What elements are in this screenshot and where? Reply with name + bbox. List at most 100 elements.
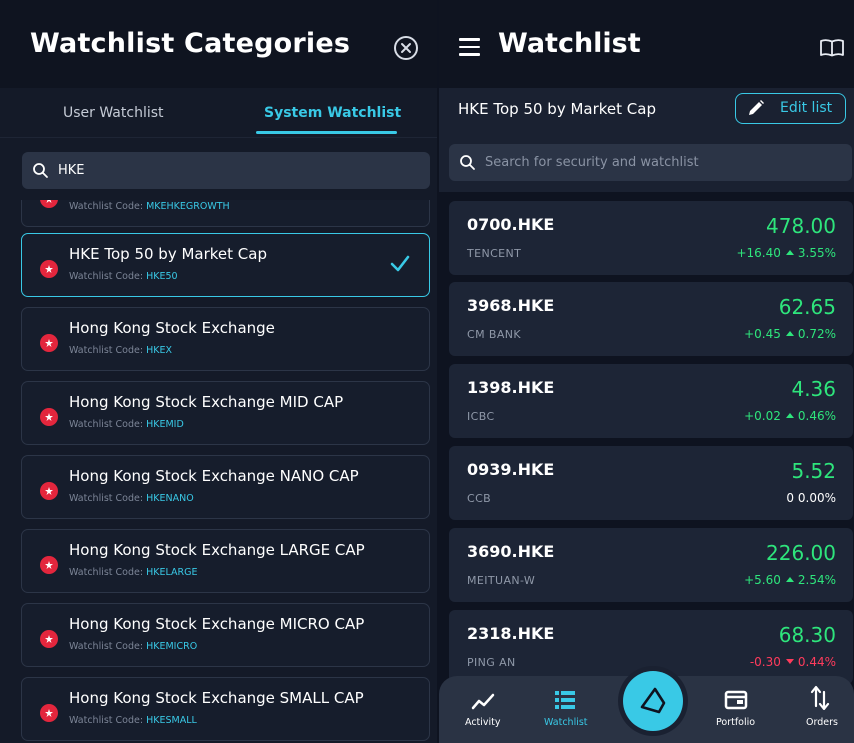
category-name: Hong Kong Stock Exchange MID CAP [69,393,344,411]
hk-flag-icon [40,704,58,722]
nav-orders-label: Orders [806,717,838,728]
security-change: -0.30 0.44% [750,655,836,669]
watchlist-category-item[interactable]: Hong Kong Stock Exchange MICRO CAP Watchl… [21,603,430,667]
category-code: Watchlist Code: HKELARGE [69,567,197,578]
edit-list-button[interactable]: Edit list [735,93,846,124]
category-name: Hong Kong Stock Exchange SMALL CAP [69,689,364,707]
change-percent: 0.00% [797,491,836,505]
up-arrow-icon [785,250,794,255]
security-name: ICBC [467,410,495,423]
watchlist-category-item[interactable]: Hong Kong Stock Exchange NANO CAP Watchli… [21,455,430,519]
watchlist-category-item[interactable]: Hong Kong Stock Exchange MID CAP Watchlis… [21,381,430,445]
tab-user-watchlist[interactable]: User Watchlist [63,105,164,121]
change-value: +16.40 [736,246,781,260]
close-button[interactable] [394,36,418,60]
hk-flag-icon [40,482,58,500]
security-row[interactable]: 3690.HKE MEITUAN-W 226.00 +5.60 2.54% [449,528,853,602]
watchlist-category-item[interactable]: Hong Kong Stock Exchange SMALL CAP Watchl… [21,677,430,741]
change-percent: 0.46% [797,409,836,423]
security-change: +5.60 2.54% [744,573,836,587]
category-name: Hong Kong Stock Exchange MICRO CAP [69,615,365,633]
nav-portfolio[interactable]: Portfolio [703,676,769,743]
nav-activity[interactable]: Activity [453,676,513,743]
watchlist-category-item[interactable]: Watchlist Code: MKEHKEGROWTH [21,200,430,227]
category-code: Watchlist Code: HKENANO [69,493,194,504]
up-arrow-icon [785,413,794,418]
hk-flag-icon [40,408,58,426]
security-ticker: 3968.HKE [467,296,555,315]
category-name: Hong Kong Stock Exchange LARGE CAP [69,541,365,559]
security-ticker: 1398.HKE [467,378,555,397]
active-tab-indicator [256,131,397,134]
change-value: -0.30 [749,655,781,669]
hk-flag-icon [40,260,58,278]
search-icon [460,155,475,170]
security-change: 0 0.00% [786,491,836,505]
hk-flag-icon [40,630,58,648]
category-search-box [22,152,430,189]
code-prefix: Watchlist Code: [69,419,144,430]
category-code: Watchlist Code: HKE50 [69,271,178,282]
change-percent: 3.55% [797,246,836,260]
security-change: +0.45 0.72% [744,327,836,341]
security-ticker: 2318.HKE [467,624,555,643]
categories-title: Watchlist Categories [30,28,351,59]
securities-list[interactable]: 0700.HKE TENCENT 478.00 +16.40 3.55% 3968.HKE… [439,192,854,743]
category-code: Watchlist Code: MKEHKEGROWTH [69,201,230,212]
security-price: 226.00 [766,541,836,565]
menu-icon[interactable] [459,38,480,56]
change-value: +5.60 [744,573,781,587]
security-search-input[interactable] [485,144,845,181]
checkmark-icon [390,255,410,272]
category-code: Watchlist Code: HKESMALL [69,715,197,726]
security-ticker: 0700.HKE [467,215,555,234]
change-percent: 2.54% [797,573,836,587]
watchlist-tabs: User Watchlist System Watchlist [0,88,437,138]
nav-watchlist[interactable]: Watchlist [535,676,595,743]
watchlist-category-item[interactable]: Hong Kong Stock Exchange Watchlist Code: … [21,307,430,371]
security-name: MEITUAN-W [467,574,536,587]
security-price: 62.65 [778,295,836,319]
security-row[interactable]: 1398.HKE ICBC 4.36 +0.02 0.46% [449,364,853,438]
code-value: MKEHKEGROWTH [146,201,230,212]
category-list[interactable]: Watchlist Code: MKEHKEGROWTH HKE Top 50 b… [0,200,437,743]
security-price: 478.00 [766,214,836,238]
current-watchlist-name: HKE Top 50 by Market Cap [458,100,656,118]
edit-list-label: Edit list [780,100,833,116]
security-name: TENCENT [467,247,522,260]
watchlist-categories-panel: Watchlist Categories User Watchlist Syst… [0,0,437,743]
watchlist-category-item[interactable]: HKE Top 50 by Market Cap Watchlist Code: … [21,233,430,297]
category-name: Hong Kong Stock Exchange [69,319,275,337]
hk-flag-icon [40,200,58,208]
watchlist-panel: Watchlist HKE Top 50 by Market Cap Edit … [439,0,854,743]
watchlist-category-item[interactable]: Hong Kong Stock Exchange LARGE CAP Watchl… [21,529,430,593]
watchlist-icon [555,691,575,709]
security-row[interactable]: 0939.HKE CCB 5.52 0 0.00% [449,446,853,520]
security-ticker: 0939.HKE [467,460,555,479]
categories-header: Watchlist Categories [0,0,437,88]
tab-system-watchlist[interactable]: System Watchlist [264,105,401,121]
nav-orders[interactable]: Orders [793,676,849,743]
security-row[interactable]: 3968.HKE CM BANK 62.65 +0.45 0.72% [449,282,853,356]
category-search-input[interactable] [58,152,418,189]
change-value: 0 [786,491,795,505]
code-prefix: Watchlist Code: [69,715,144,726]
close-icon [401,43,411,53]
portfolio-icon [724,690,748,710]
security-price: 68.30 [778,623,836,647]
nav-activity-label: Activity [465,717,501,728]
search-icon [33,163,48,178]
book-icon[interactable] [819,38,845,58]
category-code: Watchlist Code: HKEX [69,345,172,356]
category-code: Watchlist Code: HKEMICRO [69,641,197,652]
code-prefix: Watchlist Code: [69,271,144,282]
change-percent: 0.72% [797,327,836,341]
code-prefix: Watchlist Code: [69,201,144,212]
watchlist-header: Watchlist [439,0,854,88]
security-row[interactable]: 0700.HKE TENCENT 478.00 +16.40 3.55% [449,201,853,275]
security-ticker: 3690.HKE [467,542,555,561]
nav-center-button[interactable] [618,666,688,736]
security-name: CM BANK [467,328,521,341]
code-prefix: Watchlist Code: [69,641,144,652]
category-code: Watchlist Code: HKEMID [69,419,184,430]
